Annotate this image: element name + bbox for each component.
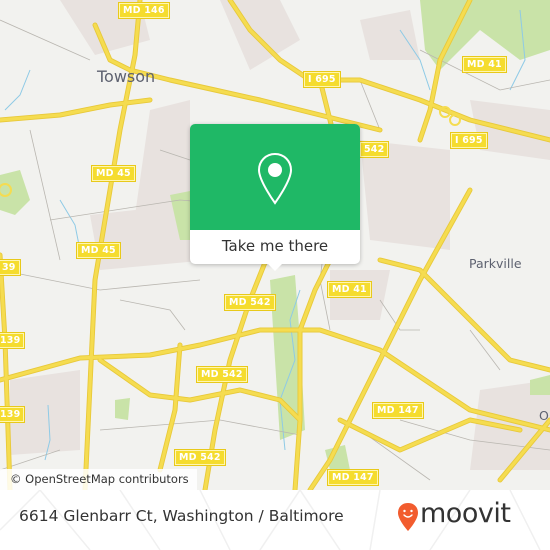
place-label-towson: Towson [97,67,156,86]
map-canvas[interactable]: Towson Parkville O MD 146 I 695 MD 41 I … [0,0,550,490]
address-text: 6614 Glenbarr Ct, Washington / Baltimore [19,507,344,525]
take-me-there-popup[interactable]: Take me there [190,124,360,271]
footer-bar: 6614 Glenbarr Ct, Washington / Baltimore… [0,490,550,550]
route-shield-md139: 139 [0,333,25,348]
route-shield-md542: MD 542 [225,295,275,310]
route-shield-md542: 542 [360,142,389,157]
moovit-logo-text[interactable]: moovit [420,498,511,529]
route-shield-md139: 139 [0,407,25,422]
place-label-partial: O [539,408,549,423]
route-shield-md542: MD 542 [197,367,247,382]
route-shield-i695: I 695 [304,72,340,87]
place-label-parkville: Parkville [469,256,522,271]
map-pin-icon [257,152,293,205]
route-shield-md139: 39 [0,260,20,275]
route-shield-md45: MD 45 [92,166,135,181]
popup-header [190,124,360,230]
route-shield-md45: MD 45 [77,243,120,258]
map-attribution[interactable]: © OpenStreetMap contributors [0,469,197,490]
moovit-smiley-pin-icon [398,503,418,531]
popup-pointer [266,262,284,271]
route-shield-md542: MD 542 [175,450,225,465]
route-shield-md41: MD 41 [463,57,506,72]
route-shield-md146: MD 146 [119,3,169,18]
route-shield-i695: I 695 [451,133,487,148]
route-shield-md147: MD 147 [373,403,423,418]
route-shield-md41: MD 41 [328,282,371,297]
route-shield-md147: MD 147 [328,470,378,485]
take-me-there-button[interactable]: Take me there [190,230,360,264]
